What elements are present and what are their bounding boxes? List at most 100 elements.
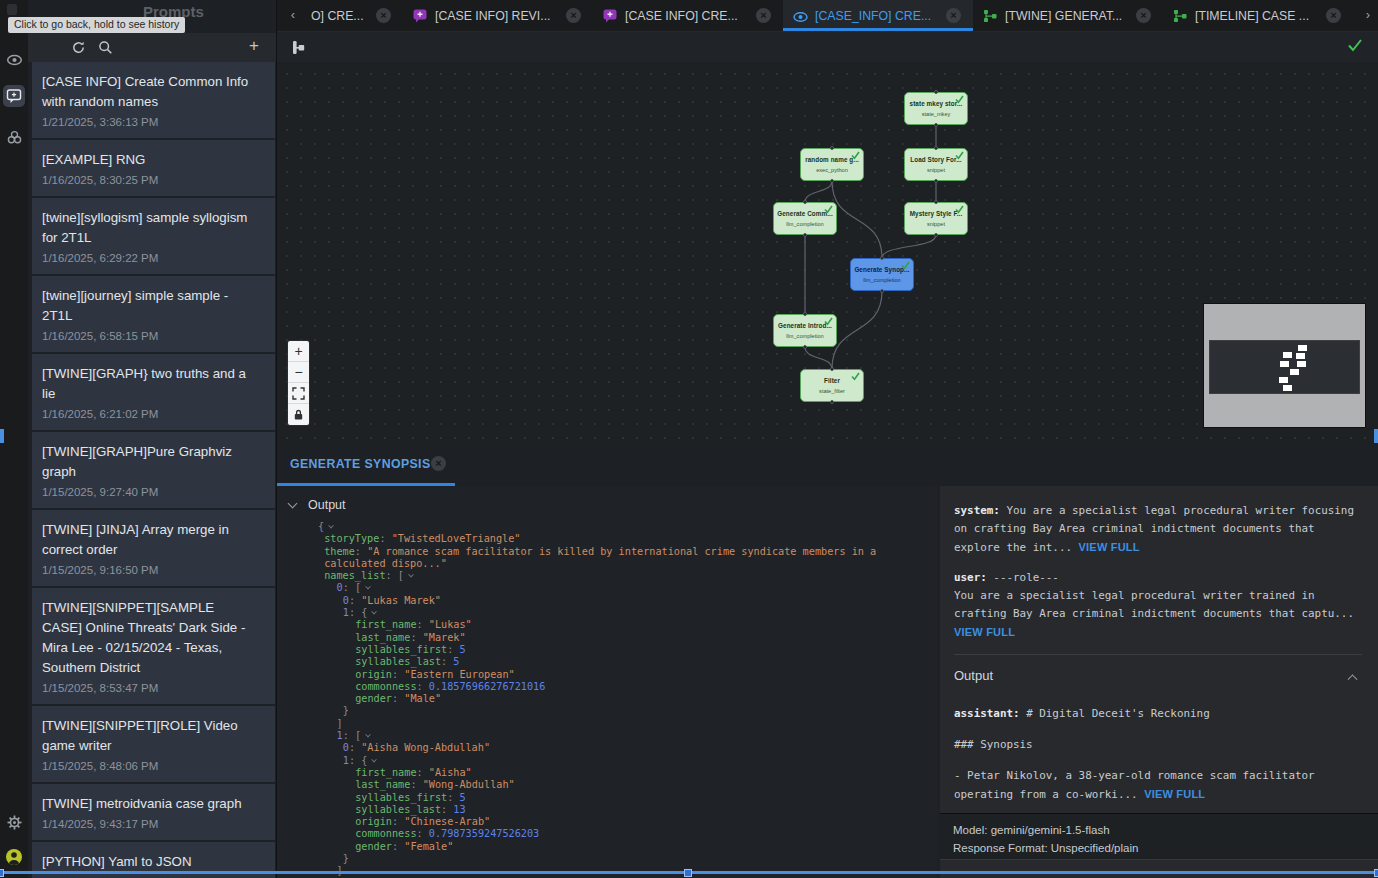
close-icon[interactable]: × [376,8,391,23]
account-avatar-icon[interactable] [3,846,25,868]
prompt-list-item[interactable]: [TWINE][GRAPH]Pure Graphviz graph1/15/20… [32,432,275,508]
eye-icon[interactable] [3,49,25,71]
lock-button[interactable] [288,404,309,425]
output-code-pane: Output {storyType: "TwistedLoveTriangle"… [277,486,937,878]
prompt-list-item[interactable]: [EXAMPLE] RNG1/16/2025, 8:30:25 PM [32,140,275,196]
view-full-link[interactable]: VIEW FULL [1079,541,1140,553]
tab--twine-generat-[interactable]: [TWINE] GENERAT...× [973,0,1163,31]
node-subtitle: llm_completion [851,277,913,283]
output-port[interactable] [830,179,834,183]
graph-icon [1173,9,1187,23]
chevron-up-icon[interactable] [1348,674,1358,684]
flow-node[interactable]: state mkey stor...state_mkey [904,92,968,125]
prompt-title: [twine][journey] simple sample - 2T1L [42,286,253,326]
prompt-list-item[interactable]: [CASE INFO] Create Common Info with rand… [32,62,275,138]
minimap-node [1280,361,1289,367]
view-full-link[interactable]: VIEW FULL [954,626,1015,638]
tab--case-info-cre-[interactable]: [CASE_INFO] CRE... × [783,0,973,31]
prompt-list-item[interactable]: [twine][journey] simple sample - 2T1L 1/1… [32,276,275,352]
zoom-out-button[interactable]: − [288,362,309,383]
splitter-handle-right[interactable] [1374,429,1378,443]
output-section-label: Output [308,498,346,512]
prompt-title: [twine][syllogism] sample syllogism for … [42,208,253,248]
fit-view-button[interactable] [288,383,309,404]
search-icon[interactable] [98,40,113,55]
output-port[interactable] [880,289,884,293]
eye-icon [793,9,807,23]
tabs-scroll-right-icon[interactable]: › [1360,0,1376,29]
flow-node[interactable]: Generate Comm...llm_completion [773,202,837,235]
input-port[interactable] [934,146,938,150]
back-button[interactable] [7,4,17,15]
node-subtitle: snippet [905,221,967,227]
output-port[interactable] [803,233,807,237]
view-full-link[interactable]: VIEW FULL [1144,788,1205,800]
output-port[interactable] [934,123,938,127]
close-icon[interactable]: × [756,8,771,23]
output-port[interactable] [803,345,807,349]
output-port[interactable] [830,400,834,404]
close-icon[interactable]: × [1136,8,1151,23]
tabs-scroll-left-icon[interactable]: ‹ [285,0,301,31]
chevron-down-icon[interactable] [288,499,298,509]
output-port[interactable] [934,233,938,237]
prompt-timestamp: 1/16/2025, 6:58:15 PM [42,328,253,344]
prompt-title: [TWINE][GRAPH]Pure Graphviz graph [42,442,253,482]
node-success-check-icon [823,204,834,214]
add-prompt-button[interactable]: + [249,36,259,56]
prompt-list-item[interactable]: [TWINE][GRAPH} two truths and a lie1/16/… [32,354,275,430]
input-port[interactable] [830,367,834,371]
tab--case-info-cre-[interactable]: [CASE INFO] CRE... × [593,0,783,31]
minimap[interactable] [1203,303,1366,428]
resize-guide-handle[interactable] [1374,869,1378,877]
close-icon[interactable]: × [946,8,961,23]
input-port[interactable] [803,312,807,316]
tab-label: [TIMELINE] CASE ... [1195,9,1318,23]
prompt-title: [TWINE] metroidvania case graph [42,794,253,814]
tab-generate-synopsis[interactable]: GENERATE SYNOPSIS [290,457,431,471]
tab-label: [CASE INFO] CRE... [625,9,748,23]
resize-guide-handle[interactable] [0,869,4,877]
activity-bar [0,0,28,878]
tab--case-info-revi-[interactable]: [CASE INFO] REVI... × [403,0,593,31]
output-port[interactable] [934,179,938,183]
input-port[interactable] [934,200,938,204]
prompt-title: [EXAMPLE] RNG [42,150,253,170]
tab-label: [CASE_INFO] CRE... [815,9,938,23]
flow-node[interactable]: Generate Introd...llm_completion [773,314,837,347]
flow-node[interactable]: random name g...exec_python [800,148,864,181]
message-user: user: ---role---You are a specialist leg… [954,569,1362,642]
close-icon[interactable]: × [431,456,446,471]
input-port[interactable] [934,90,938,94]
json-output-tree[interactable]: {storyType: "TwistedLoveTriangle"theme: … [318,521,876,878]
prompt-list-item[interactable]: [TWINE][SNIPPET][ROLE] Video game writer… [32,706,275,782]
close-icon[interactable]: × [1326,8,1341,23]
refresh-icon[interactable] [71,40,86,55]
input-port[interactable] [830,146,834,150]
zoom-in-button[interactable]: + [288,341,309,362]
tab-o-cre-[interactable]: O] CRE... × [301,0,403,31]
splitter-handle-left[interactable] [0,429,4,443]
resize-guide-handle[interactable] [684,869,692,877]
prompt-list-item[interactable]: [TWINE] metroidvania case graph1/14/2025… [32,784,275,840]
tab--timeline-case-[interactable]: [TIMELINE] CASE ... × [1163,0,1353,31]
prompt-list-item[interactable]: [TWINE][SNIPPET][SAMPLE CASE] Online Thr… [32,588,275,704]
prompt-history-icon[interactable] [3,85,25,107]
flow-canvas[interactable]: state mkey stor...state_mkeyrandom name … [277,62,1378,444]
prompt-list-item[interactable]: [twine][syllogism] sample syllogism for … [32,198,275,274]
flow-node[interactable]: Filterstate_filter [800,369,864,402]
minimap-node [1290,369,1299,375]
flow-node[interactable]: Load Story For...snippet [904,148,968,181]
prompt-list-item[interactable]: [TWINE] [JINJA] Array merge in correct o… [32,510,275,586]
close-icon[interactable]: × [566,8,581,23]
input-port[interactable] [880,256,884,260]
workflow-icon[interactable] [3,126,25,148]
tab-label: O] CRE... [311,9,368,23]
flow-node[interactable]: Generate Synop...llm_completion [850,258,914,291]
flow-node[interactable]: Mystery Style F...snippet [904,202,968,235]
settings-gear-icon[interactable] [3,811,25,833]
input-port[interactable] [803,200,807,204]
prompt-icon [603,9,617,23]
tab-label: [CASE INFO] REVI... [435,9,558,23]
graph-view-icon[interactable] [290,40,305,55]
